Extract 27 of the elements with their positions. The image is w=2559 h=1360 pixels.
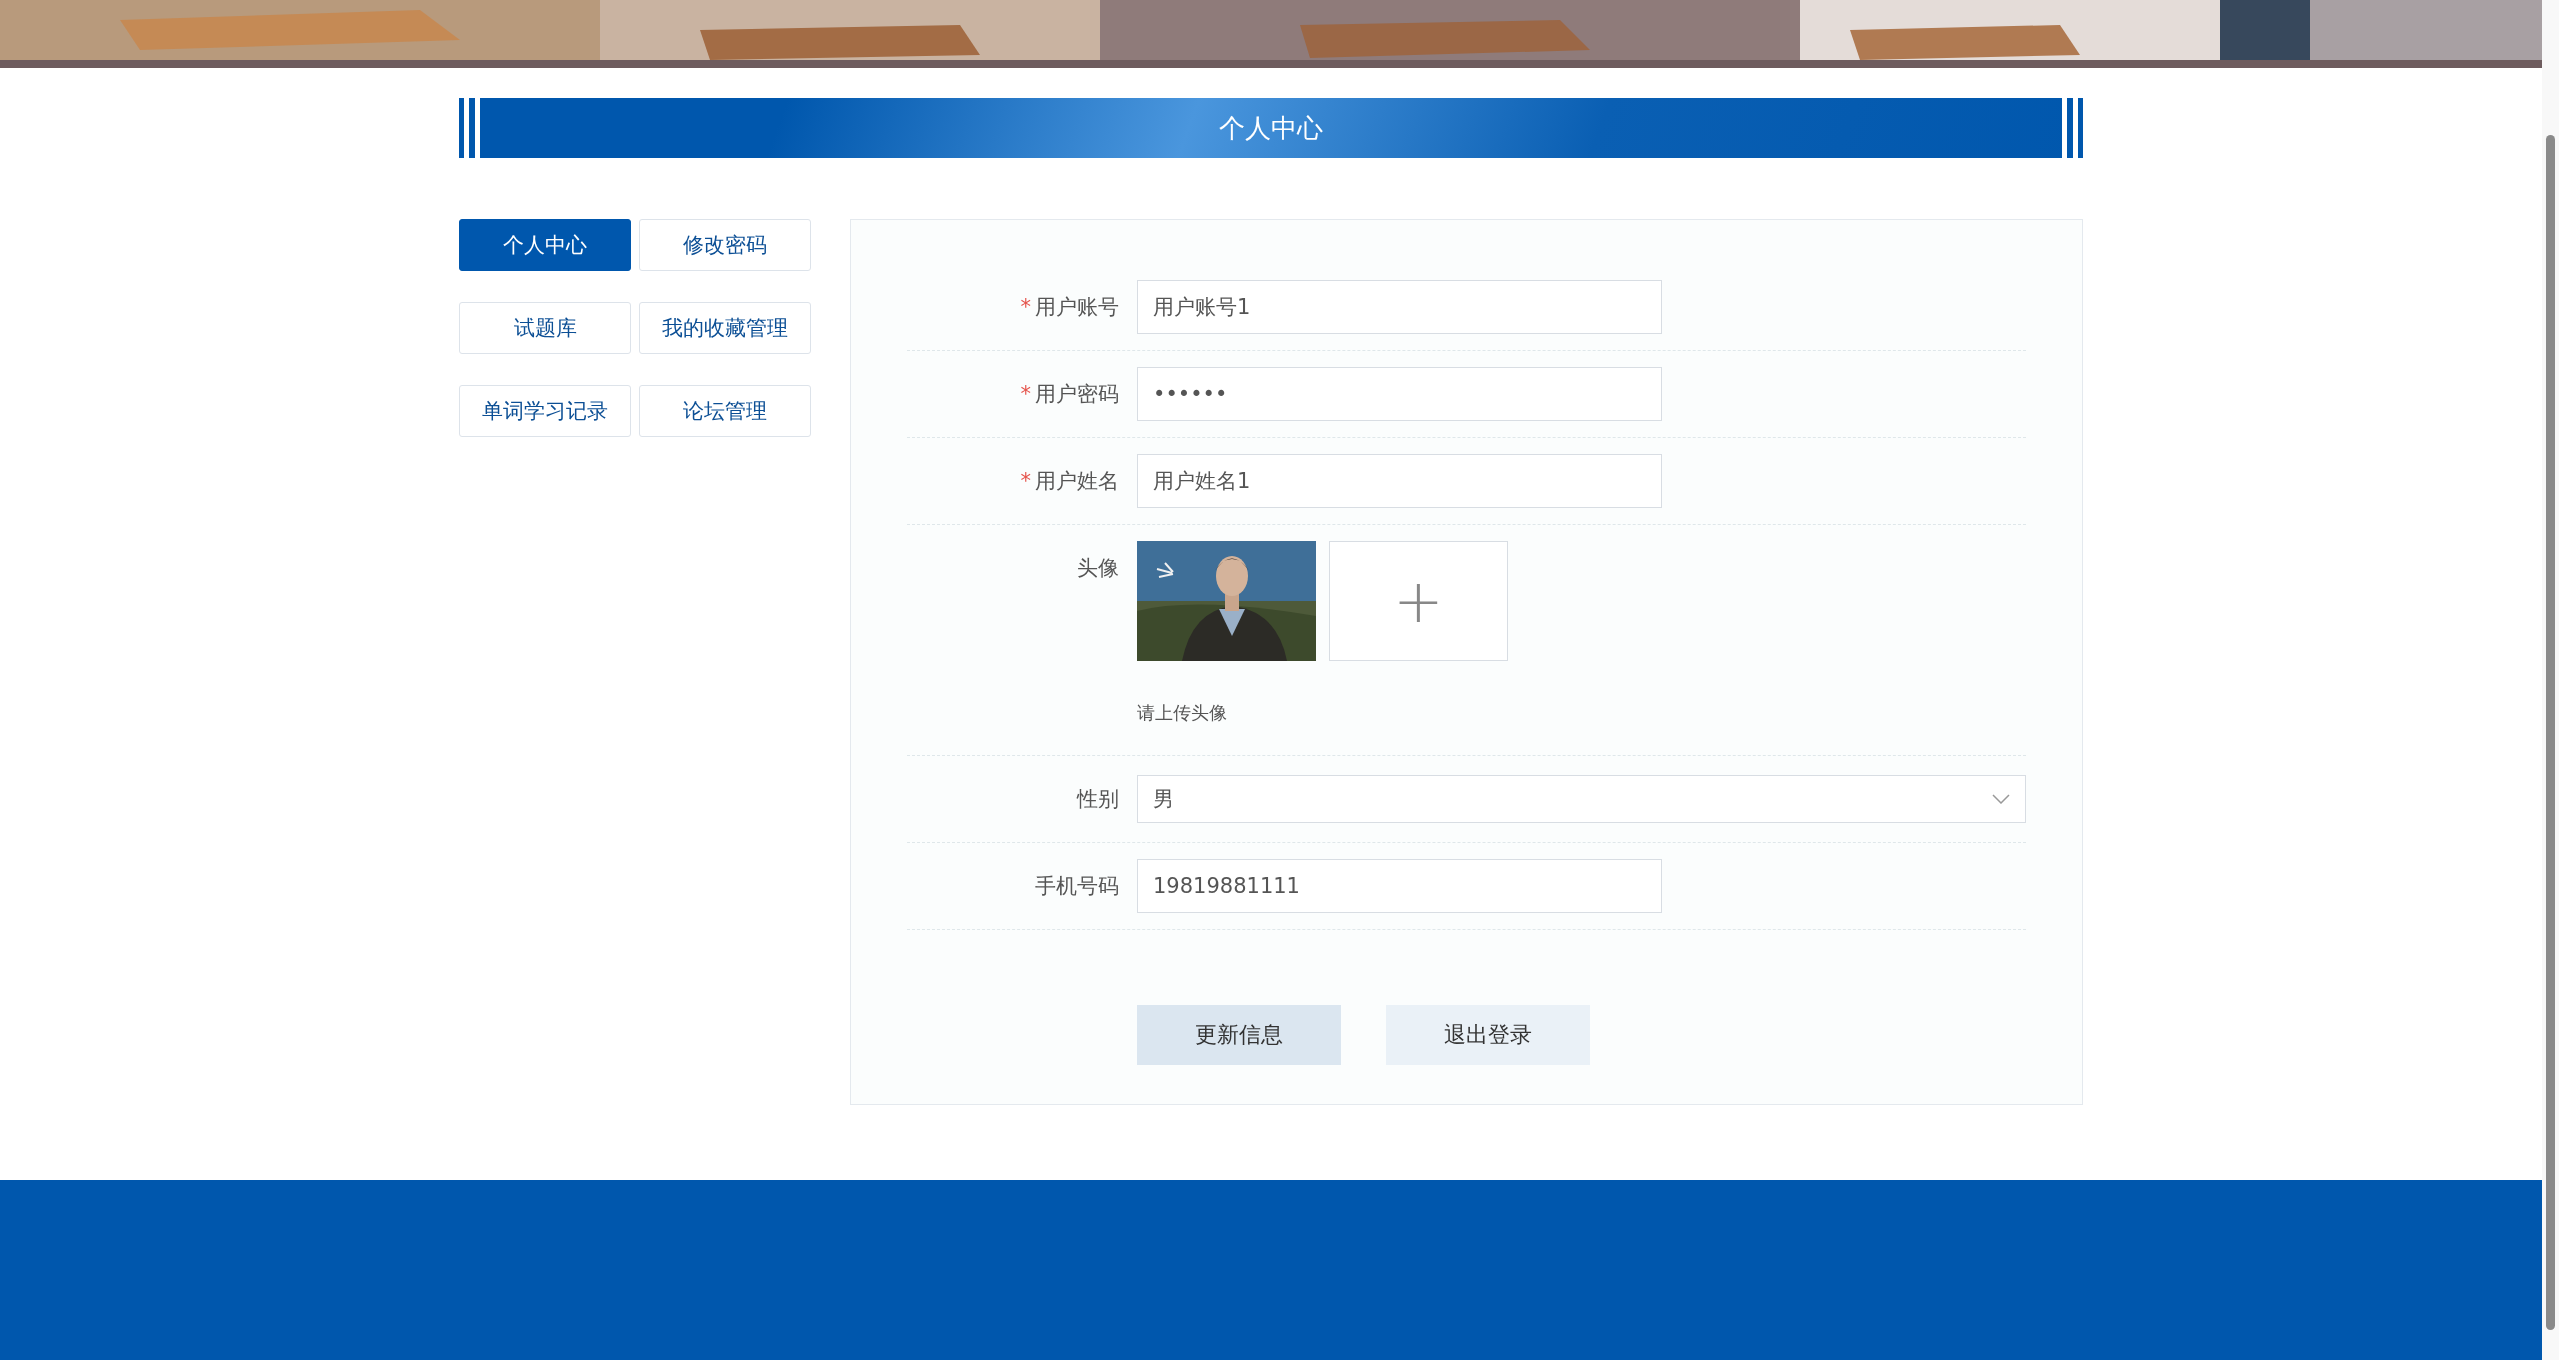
field-label: 用户密码 — [1035, 382, 1119, 406]
text-field[interactable]: 用户姓名1 — [1137, 454, 1662, 508]
field-label: 性别 — [1075, 786, 1120, 813]
required-mark: * — [1020, 469, 1031, 493]
required-mark: * — [1020, 295, 1031, 319]
page-title: 个人中心 — [459, 98, 2083, 158]
update-button[interactable]: 更新信息 — [1137, 1005, 1341, 1065]
field-label: 手机号码 — [1034, 873, 1120, 900]
upload-button[interactable]: + — [1329, 541, 1508, 661]
field-label: 头像 — [1076, 555, 1120, 582]
nav-button[interactable]: 我的收藏管理 — [639, 302, 811, 354]
required-mark: * — [1020, 382, 1031, 406]
upload-hint: 请上传头像 — [1137, 701, 1228, 725]
nav-button[interactable]: 论坛管理 — [639, 385, 811, 437]
field-label: 用户姓名 — [1035, 469, 1119, 493]
chevron-down-icon — [1992, 794, 2010, 804]
select-field[interactable]: 男 — [1137, 775, 2026, 823]
password-field[interactable]: •••••• — [1137, 367, 1662, 421]
field-label: 用户账号 — [1035, 295, 1119, 319]
scrollbar[interactable] — [2542, 0, 2559, 1360]
text-field[interactable]: 19819881111 — [1137, 859, 1662, 913]
nav-button[interactable]: 试题库 — [459, 302, 631, 354]
nav-button[interactable]: 修改密码 — [639, 219, 811, 271]
logout-button[interactable]: 退出登录 — [1386, 1005, 1590, 1065]
nav-button[interactable]: 单词学习记录 — [459, 385, 631, 437]
text-field[interactable]: 用户账号1 — [1137, 280, 1662, 334]
nav-button[interactable]: 个人中心 — [459, 219, 631, 271]
